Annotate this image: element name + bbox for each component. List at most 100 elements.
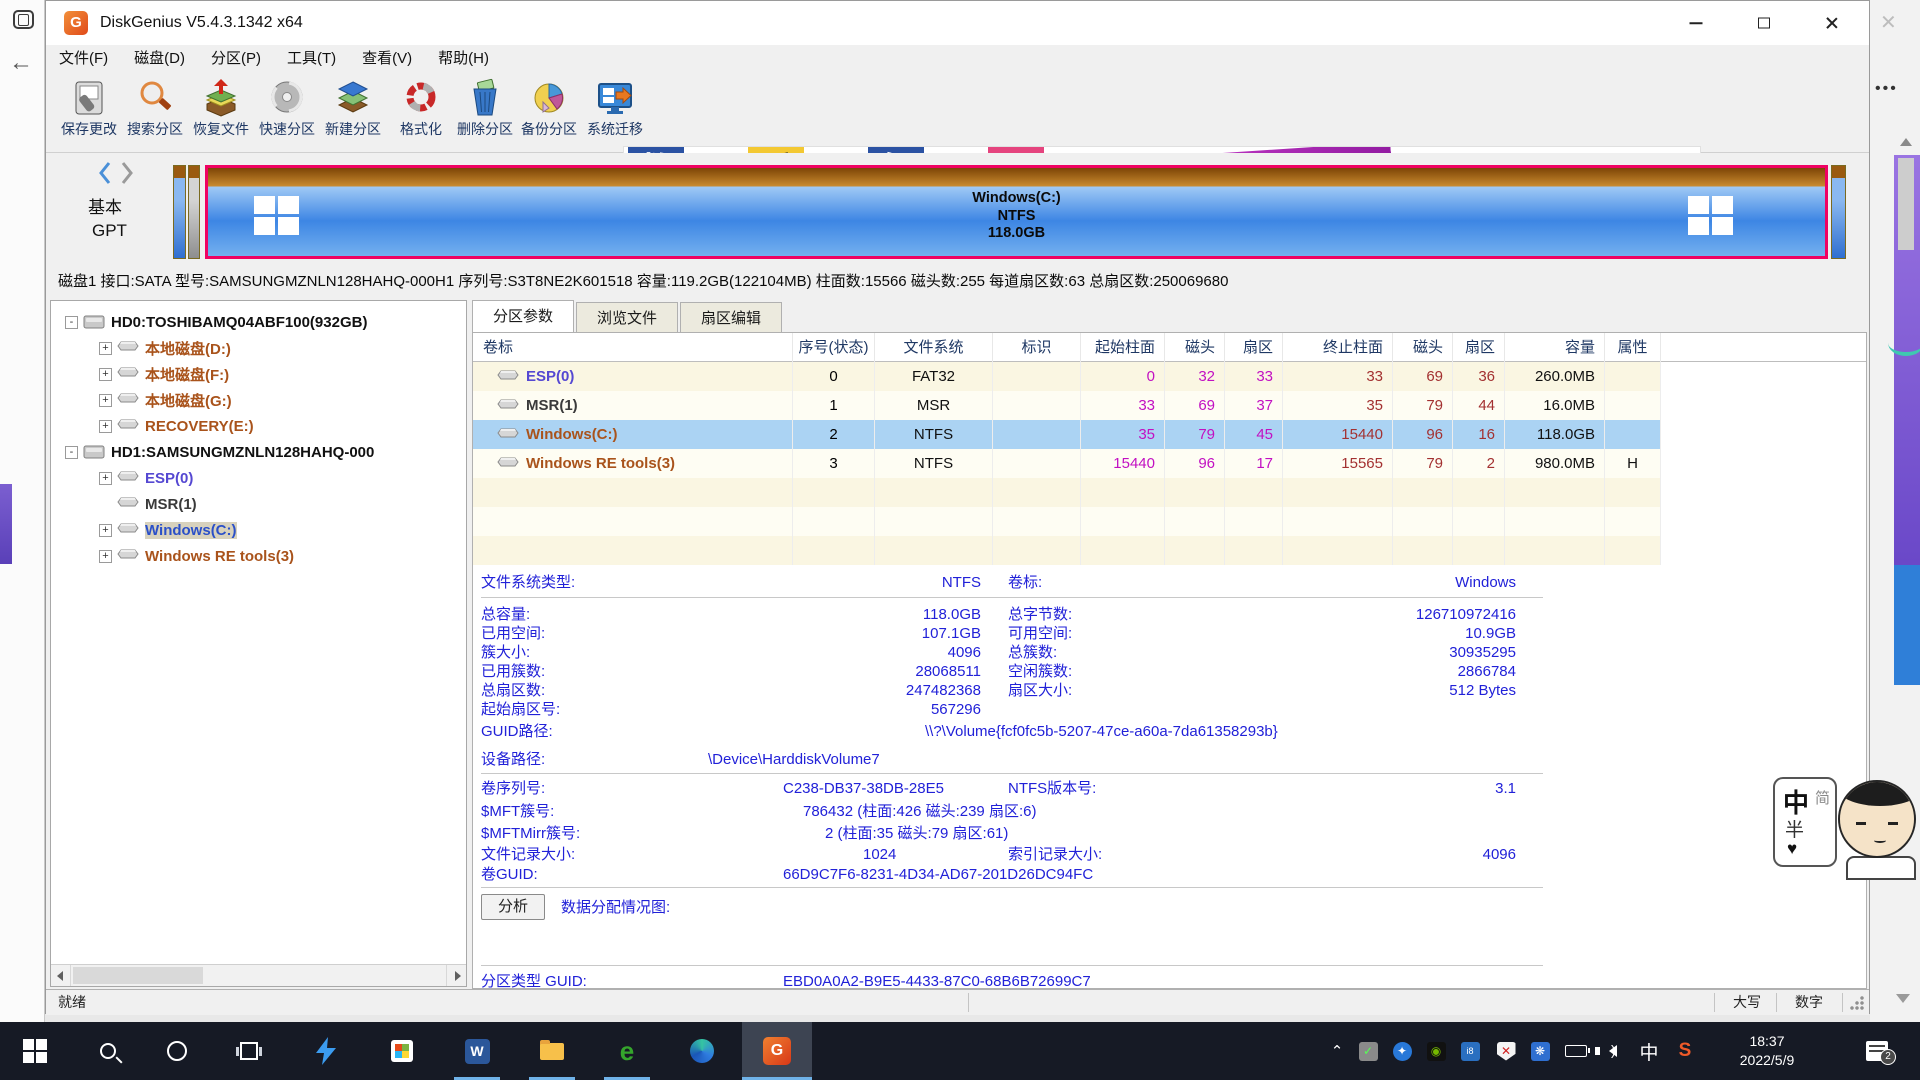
table-row[interactable]: Windows RE tools(3) 3 NTFS 15440 96 17 1… [473, 449, 1661, 478]
col-index[interactable]: 序号(状态) [793, 333, 875, 362]
scroll-right-icon[interactable] [446, 965, 466, 986]
taskbar-app-browser360[interactable]: e [592, 1022, 662, 1080]
taskbar-app-thunder[interactable] [291, 1022, 361, 1080]
tray-snowflake-icon[interactable]: ❋ [1524, 1022, 1556, 1080]
scrollbar-thumb[interactable] [73, 967, 203, 984]
menu-item[interactable]: 查看(V) [349, 45, 425, 73]
resize-grip[interactable] [1850, 996, 1864, 1010]
tray-battery-icon[interactable] [1558, 1022, 1594, 1080]
taskbar-app-explorer[interactable] [517, 1022, 587, 1080]
tree-item[interactable]: + 本地磁盘(F:) [51, 361, 466, 387]
toolbar-system-migrate-button[interactable]: 系统迁移 [582, 76, 648, 150]
toolbar-delete-partition-button[interactable]: 删除分区 [452, 76, 518, 150]
taskbar-cortana-button[interactable] [142, 1022, 212, 1080]
partition-block-re-tools[interactable] [1831, 165, 1846, 259]
window-restore-icon[interactable] [13, 10, 34, 29]
menu-item[interactable]: 工具(T) [274, 45, 349, 73]
scroll-left-icon[interactable] [51, 965, 71, 986]
tab[interactable]: 分区参数 [472, 300, 574, 333]
tree-item[interactable]: + 本地磁盘(D:) [51, 335, 466, 361]
col-sector1[interactable]: 扇区 [1225, 333, 1283, 362]
toolbar-recover-files-button[interactable]: 恢复文件 [188, 76, 254, 150]
partition-block-msr[interactable] [188, 165, 200, 259]
toolbar-format-button[interactable]: 格式化 [388, 76, 454, 150]
tree-expander-icon[interactable]: + [99, 472, 112, 485]
tray-expand-button[interactable]: ⌃ [1322, 1022, 1352, 1080]
task-view-button[interactable] [214, 1022, 284, 1080]
tray-messenger-icon[interactable]: ✦ [1386, 1022, 1418, 1080]
table-row[interactable] [473, 507, 1661, 536]
table-row[interactable]: ESP(0) 0 FAT32 0 32 33 33 69 36 260.0MB [473, 362, 1661, 391]
toolbar-search-partition-button[interactable]: 搜索分区 [122, 76, 188, 150]
analyze-button[interactable]: 分析 [481, 894, 545, 920]
tray-sogou-icon[interactable]: S [1668, 1022, 1702, 1080]
tree-item[interactable]: + RECOVERY(E:) [51, 413, 466, 439]
tray-nvidia-icon[interactable]: ◉ [1420, 1022, 1452, 1080]
tree-horizontal-scrollbar[interactable] [51, 964, 466, 986]
col-end-cyl[interactable]: 终止柱面 [1283, 333, 1393, 362]
toolbar-new-partition-button[interactable]: 新建分区 [320, 76, 386, 150]
tray-printer-icon[interactable]: ✓ [1352, 1022, 1384, 1080]
tray-security-shield-icon[interactable]: ✕ [1490, 1022, 1522, 1080]
col-tag[interactable]: 标识 [993, 333, 1081, 362]
ime-status-widget[interactable]: 中 简 半 ♥ [1773, 777, 1837, 867]
tree-item[interactable]: + 本地磁盘(G:) [51, 387, 466, 413]
col-filesystem[interactable]: 文件系统 [875, 333, 993, 362]
back-arrow-icon[interactable]: ← [8, 50, 34, 76]
background-menu-dots-icon[interactable]: ••• [1875, 80, 1898, 98]
tree-item[interactable]: - HD1:SAMSUNGMZNLN128HAHQ-000 [51, 439, 466, 465]
taskbar-app-edge[interactable] [667, 1022, 737, 1080]
table-row[interactable]: MSR(1) 1 MSR 33 69 37 35 79 44 16.0MB [473, 391, 1661, 420]
maximize-button[interactable] [1730, 1, 1798, 45]
tray-volume-icon[interactable] [1596, 1022, 1630, 1080]
menu-item[interactable]: 磁盘(D) [121, 45, 198, 73]
tree-item[interactable]: + ESP(0) [51, 465, 466, 491]
next-disk-icon[interactable] [118, 161, 136, 185]
tree-item[interactable]: + Windows RE tools(3) [51, 543, 466, 569]
background-close-icon[interactable]: ✕ [1880, 10, 1897, 35]
menu-item[interactable]: 分区(P) [198, 45, 274, 73]
tray-intel-icon[interactable]: i8 [1454, 1022, 1486, 1080]
col-capacity[interactable]: 容量 [1505, 333, 1605, 362]
toolbar-save-changes-button[interactable]: 保存更改 [56, 76, 122, 150]
tree-expander-icon[interactable]: - [65, 446, 78, 459]
partition-block-esp[interactable] [173, 165, 186, 259]
menu-item[interactable]: 文件(F) [46, 45, 121, 73]
tree-item[interactable]: - HD0:TOSHIBAMQ04ABF100(932GB) [51, 309, 466, 335]
tab[interactable]: 扇区编辑 [680, 302, 782, 333]
partition-block-windows-c[interactable]: Windows(C:) NTFS 118.0GB [205, 165, 1828, 259]
tree-expander-icon[interactable]: + [99, 550, 112, 563]
close-button[interactable] [1798, 1, 1866, 45]
tray-ime-indicator[interactable]: 中 [1632, 1022, 1666, 1080]
prev-disk-icon[interactable] [96, 161, 114, 185]
taskbar-app-diskgenius[interactable]: G [742, 1022, 812, 1080]
table-row[interactable]: Windows(C:) 2 NTFS 35 79 45 15440 96 16 … [473, 420, 1661, 449]
tree-item[interactable]: MSR(1) [51, 491, 466, 517]
taskbar-search-button[interactable] [73, 1022, 143, 1080]
background-scroll-up-icon[interactable] [1900, 138, 1912, 146]
table-row[interactable] [473, 536, 1661, 565]
table-row[interactable] [473, 478, 1661, 507]
menu-item[interactable]: 帮助(H) [425, 45, 502, 73]
tree-expander-icon[interactable]: - [65, 316, 78, 329]
title-bar[interactable]: G DiskGenius V5.4.3.1342 x64 [46, 1, 1869, 45]
col-sector2[interactable]: 扇区 [1453, 333, 1505, 362]
taskbar-clock[interactable]: 18:37 2022/5/9 [1712, 1022, 1822, 1080]
minimize-button[interactable] [1662, 1, 1730, 45]
col-start-cyl[interactable]: 起始柱面 [1081, 333, 1165, 362]
background-scrollbar-thumb[interactable] [1898, 158, 1914, 250]
start-button[interactable] [0, 1022, 70, 1080]
col-attr[interactable]: 属性 [1605, 333, 1661, 362]
tree-item[interactable]: + Windows(C:) [51, 517, 466, 543]
tab[interactable]: 浏览文件 [576, 302, 678, 333]
tree-expander-icon[interactable]: + [99, 420, 112, 433]
col-head1[interactable]: 磁头 [1165, 333, 1225, 362]
col-volume[interactable]: 卷标 [473, 333, 793, 362]
tree-expander-icon[interactable]: + [99, 342, 112, 355]
col-head2[interactable]: 磁头 [1393, 333, 1453, 362]
action-center-button[interactable]: 2 [1852, 1022, 1902, 1080]
tree-expander-icon[interactable]: + [99, 368, 112, 381]
toolbar-backup-partition-button[interactable]: 备份分区 [516, 76, 582, 150]
taskbar-app-store[interactable] [367, 1022, 437, 1080]
tree-expander-icon[interactable]: + [99, 524, 112, 537]
